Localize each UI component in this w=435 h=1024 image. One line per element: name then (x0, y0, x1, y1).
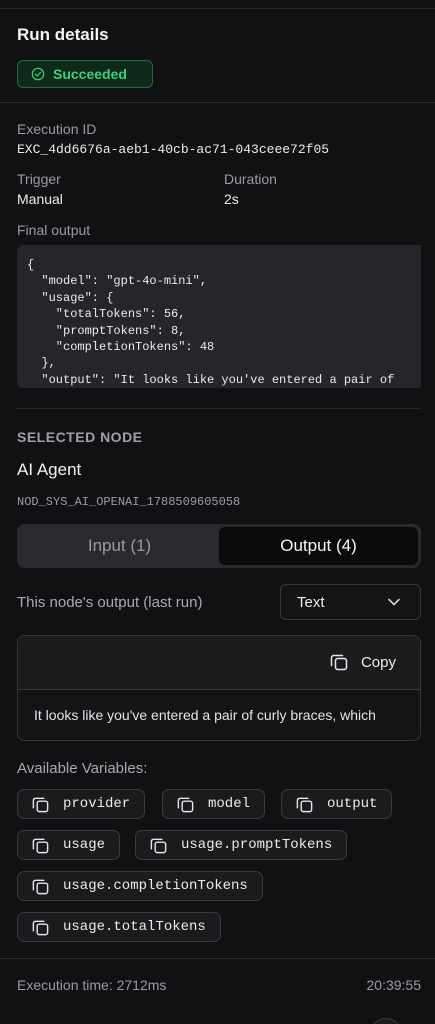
duration-label: Duration (224, 171, 277, 187)
copy-icon (150, 838, 167, 853)
run-details-panel: Run details Succeeded Execution ID EXC_4… (0, 0, 435, 1024)
variable-name: usage.completionTokens (63, 878, 248, 894)
io-tabs: Input (1) Output (4) (17, 524, 421, 568)
output-panel-header: Copy (18, 636, 420, 690)
section-divider (17, 408, 421, 409)
copy-icon (330, 654, 348, 671)
top-divider (0, 8, 435, 9)
trigger-label: Trigger (17, 171, 61, 187)
trigger-value: Manual (17, 191, 63, 207)
output-format-select[interactable]: Text (280, 584, 421, 620)
node-id: NOD_SYS_AI_OPENAI_1788509605058 (17, 495, 241, 509)
node-output-panel: Copy It looks like you've entered a pair… (17, 635, 421, 741)
final-output-code-block[interactable]: { "model": "gpt-4o-mini", "usage": { "to… (17, 245, 421, 388)
copy-label: Copy (360, 653, 396, 671)
copy-icon (32, 920, 49, 935)
final-output-label: Final output (17, 222, 91, 238)
variable-chip-provider[interactable]: provider (17, 789, 146, 819)
variable-name: usage.totalTokens (63, 919, 206, 935)
output-format-value: Text (297, 593, 325, 611)
footer-divider (0, 958, 435, 959)
variable-name: usage.promptTokens (181, 837, 333, 853)
floating-action-button[interactable] (370, 1018, 402, 1024)
selected-node-heading: SELECTED NODE (17, 429, 143, 445)
header-divider (0, 102, 435, 103)
check-circle-icon (31, 67, 45, 81)
copy-icon (32, 797, 49, 812)
copy-icon (32, 838, 49, 853)
variable-name: provider (63, 796, 131, 812)
execution-id-label: Execution ID (17, 121, 97, 137)
output-select-label: This node's output (last run) (17, 594, 203, 611)
copy-icon (177, 797, 194, 812)
copy-icon (32, 879, 49, 894)
variable-chip-model[interactable]: model (162, 789, 266, 819)
tab-input[interactable]: Input (1) (20, 527, 219, 565)
available-variables-label: Available Variables: (17, 760, 148, 777)
variable-chip-output[interactable]: output (281, 789, 393, 819)
copy-icon (296, 797, 313, 812)
node-name: AI Agent (17, 460, 82, 479)
duration-value: 2s (224, 191, 239, 207)
timestamp: 20:39:55 (366, 977, 422, 993)
variable-chip-usage[interactable]: usage (17, 830, 121, 860)
variable-chip-usage-completion-tokens[interactable]: usage.completionTokens (17, 871, 263, 901)
execution-id-value: EXC_4dd6676a-aeb1-40cb-ac71-043ceee72f05 (17, 142, 330, 157)
execution-time: Execution time: 2712ms (17, 977, 167, 993)
variable-name: output (327, 796, 378, 812)
variable-chip-usage-prompt-tokens[interactable]: usage.promptTokens (135, 830, 348, 860)
page-title: Run details (17, 25, 109, 44)
status-badge: Succeeded (17, 60, 153, 88)
chevron-down-icon (388, 598, 400, 606)
variable-name: usage (63, 837, 106, 853)
tab-output[interactable]: Output (4) (219, 527, 418, 565)
status-text: Succeeded (53, 66, 127, 82)
copy-button[interactable]: Copy (329, 652, 396, 672)
variable-name: model (208, 796, 251, 812)
variable-chip-usage-total-tokens[interactable]: usage.totalTokens (17, 912, 221, 942)
node-output-text: It looks like you've entered a pair of c… (34, 707, 376, 723)
final-output-json: { "model": "gpt-4o-mini", "usage": { "to… (27, 258, 395, 387)
